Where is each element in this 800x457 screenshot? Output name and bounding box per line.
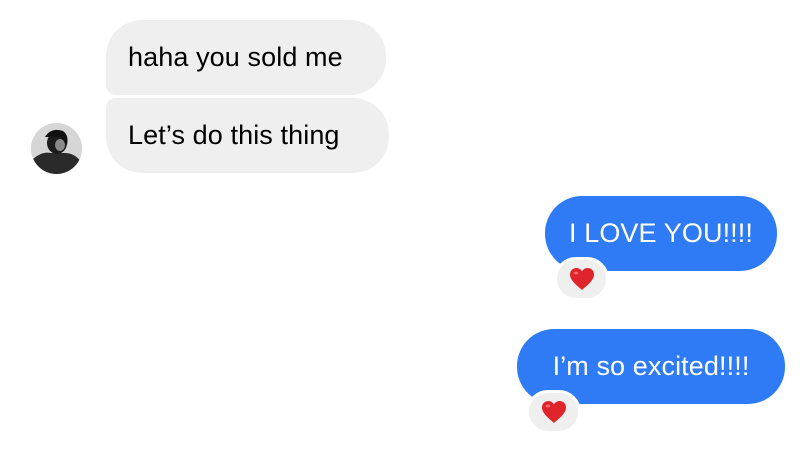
- chat-thread: haha you sold me Let’s do this thing I L…: [0, 0, 800, 457]
- received-message[interactable]: haha you sold me: [106, 20, 386, 95]
- received-message[interactable]: Let’s do this thing: [106, 98, 389, 173]
- reaction-badge[interactable]: [554, 257, 609, 301]
- avatar-photo: [31, 123, 82, 174]
- avatar[interactable]: [31, 123, 82, 174]
- reaction-badge[interactable]: [526, 390, 581, 434]
- message-text: I LOVE YOU!!!!: [569, 218, 753, 248]
- message-text: haha you sold me: [128, 42, 343, 72]
- heart-icon: [569, 268, 594, 290]
- heart-icon: [541, 401, 566, 423]
- message-text: Let’s do this thing: [128, 120, 340, 150]
- message-text: I’m so excited!!!!: [552, 351, 750, 381]
